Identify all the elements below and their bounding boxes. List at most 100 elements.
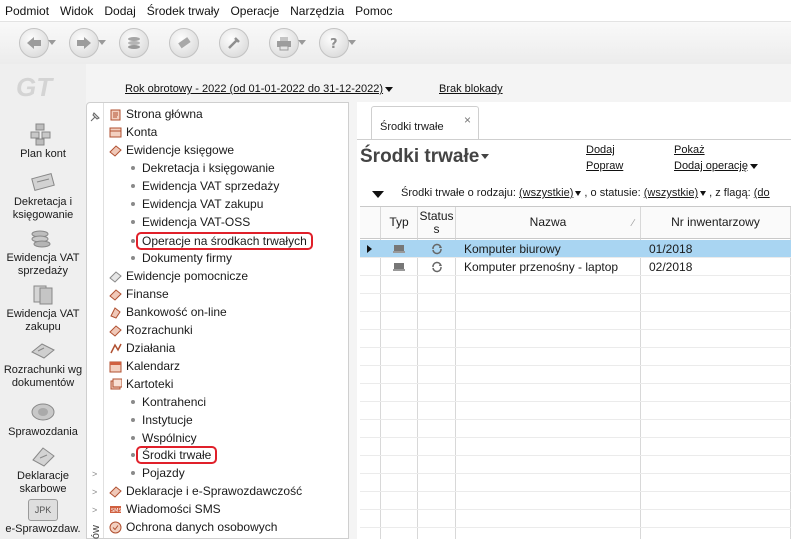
- header-name[interactable]: Nazwa ∕: [456, 207, 641, 239]
- filter-kind-select[interactable]: (wszystkie): [519, 187, 573, 199]
- card-index-icon: [110, 378, 122, 389]
- menu-narzedzia[interactable]: Narzędzia: [290, 4, 344, 18]
- tree-item-ewidencje-ksiegowe[interactable]: Ewidencje księgowe: [109, 141, 234, 159]
- svg-text:SMS: SMS: [111, 508, 122, 514]
- tab-srodki-trwale[interactable]: Środki trwałe ×: [371, 106, 479, 140]
- online-banking-icon: [110, 306, 121, 319]
- add-operation-link[interactable]: Dodaj operację: [674, 160, 758, 172]
- tree-item-dekretacja[interactable]: Dekretacja i księgowanie: [131, 159, 275, 177]
- menu-podmiot[interactable]: Podmiot: [5, 4, 49, 18]
- chevron-down-icon: [750, 163, 758, 169]
- header-type[interactable]: Typ: [381, 207, 418, 239]
- filter-flag-select[interactable]: (do: [754, 187, 770, 199]
- data-protection-icon: [109, 521, 122, 533]
- toolbar-help-button[interactable]: ?: [312, 26, 356, 60]
- toolbar-back-button[interactable]: [12, 26, 56, 60]
- sidebar-rozrachunki[interactable]: Rozrachunki wg dokumentów: [0, 338, 86, 390]
- sidebar-vat-sprzedazy[interactable]: Ewidencja VAT sprzedaży: [0, 226, 86, 278]
- grid-row-line: [360, 347, 791, 348]
- vat-sales-icon: [31, 230, 51, 248]
- bullet-icon: [131, 166, 135, 170]
- menu-srodek-trwaly[interactable]: Środek trwały: [147, 4, 220, 18]
- sidebar-plan-kont[interactable]: Plan kont: [0, 122, 86, 161]
- collapse-icon[interactable]: [372, 191, 384, 198]
- sidebar-vat-zakupu[interactable]: Ewidencja VAT zakupu: [0, 282, 86, 334]
- tree-item-vat-sprzedazy[interactable]: Ewidencja VAT sprzedaży: [131, 177, 279, 195]
- page-title[interactable]: Środki trwałe: [360, 146, 490, 168]
- back-arrow-icon: [27, 37, 41, 49]
- toolbar-forward-button[interactable]: [62, 26, 106, 60]
- tree-item-srodki-trwale[interactable]: Środki trwałe: [131, 444, 218, 466]
- eraser-icon: [178, 37, 191, 49]
- grid-row-line: [360, 491, 791, 492]
- header-inventory[interactable]: Nr inwentarzowy: [641, 207, 791, 239]
- filter-status-label: , o statusie:: [584, 187, 641, 199]
- table-row[interactable]: Komputer biurowy 01/2018: [360, 240, 791, 258]
- bullet-icon: [131, 202, 135, 206]
- left-sidebar: GT Plan kont Dekretacja i księgowanie Ew…: [0, 64, 86, 539]
- tree-item-dokumenty-firmy[interactable]: Dokumenty firmy: [131, 249, 232, 267]
- grid-row-line: [360, 329, 791, 330]
- row-pointer-icon: [366, 240, 374, 258]
- pin-icon: [90, 112, 100, 122]
- sidebar-dekretacja[interactable]: Dekretacja i księgowanie: [0, 170, 86, 222]
- reports-icon: [31, 403, 55, 421]
- toolbar-tools-button[interactable]: [212, 26, 256, 60]
- tree-item-ewidencje-pomocnicze[interactable]: Ewidencje pomocnicze: [109, 267, 248, 285]
- close-icon[interactable]: ×: [464, 113, 471, 127]
- tree-item-finanse[interactable]: Finanse: [109, 285, 169, 303]
- fiscal-year-selector[interactable]: Rok obrotowy - 2022 (od 01-01-2022 do 31…: [125, 83, 394, 95]
- tree-item-vat-oss[interactable]: Ewidencja VAT-OSS: [131, 213, 250, 231]
- tree-item-kartoteki[interactable]: Kartoteki: [109, 375, 173, 393]
- accounts-icon: [109, 127, 122, 137]
- toolbar-coins-button[interactable]: [112, 26, 156, 60]
- tree-item-wiadomosci-sms[interactable]: SMS Wiadomości SMS: [109, 500, 221, 518]
- table-row[interactable]: Komputer przenośny - laptop 02/2018: [360, 258, 791, 276]
- tree-item-strona-glowna[interactable]: Strona główna: [109, 105, 203, 123]
- chevron-right-icon: >: [92, 505, 98, 515]
- tree-item-instytucje[interactable]: Instytucje: [131, 411, 193, 429]
- tab-divider: [357, 139, 791, 140]
- forward-arrow-icon: [77, 37, 91, 49]
- tax-declarations-icon: [32, 447, 55, 467]
- posting-icon: [31, 173, 55, 191]
- tree-item-dzialania[interactable]: Działania: [109, 339, 175, 357]
- toolbar-eraser-button[interactable]: [162, 26, 206, 60]
- tree-item-vat-zakupu[interactable]: Ewidencja VAT zakupu: [131, 195, 263, 213]
- sidebar-e-sprawozdawczosc[interactable]: JPK e-Sprawozdaw.: [0, 499, 86, 536]
- lock-status-link[interactable]: Brak blokady: [439, 83, 503, 95]
- asset-name: Komputer przenośny - laptop: [464, 260, 619, 274]
- menu-pomoc[interactable]: Pomoc: [355, 4, 392, 18]
- auxiliary-records-icon: [109, 270, 122, 283]
- sidebar-sprawozdania[interactable]: Sprawozdania: [0, 400, 86, 439]
- bullet-icon: [131, 220, 135, 224]
- tree-item-kalendarz[interactable]: Kalendarz: [109, 357, 180, 375]
- sidebar-deklaracje[interactable]: Deklaracje skarbowe: [0, 444, 86, 496]
- calendar-icon: [109, 361, 122, 372]
- tree-item-pojazdy[interactable]: Pojazdy: [131, 464, 185, 482]
- menu-dodaj[interactable]: Dodaj: [104, 4, 135, 18]
- nav-collapse-strip[interactable]: > > > ów: [87, 103, 104, 539]
- filter-status-select[interactable]: (wszystkie): [644, 187, 698, 199]
- edit-link[interactable]: Popraw: [586, 160, 623, 172]
- add-link[interactable]: Dodaj: [586, 144, 615, 156]
- tree-item-ochrona-danych[interactable]: Ochrona danych osobowych: [109, 518, 277, 536]
- svg-text:?: ?: [330, 37, 338, 51]
- toolbar-printer-button[interactable]: [262, 26, 306, 60]
- tree-item-bankowosc[interactable]: Bankowość on-line: [109, 303, 227, 321]
- tree-item-rozrachunki[interactable]: Rozrachunki: [109, 321, 193, 339]
- sort-icon: ∕: [632, 218, 634, 229]
- tree-item-kontrahenci[interactable]: Kontrahenci: [131, 393, 206, 411]
- show-link[interactable]: Pokaż: [674, 144, 705, 156]
- grid-row-line: [360, 311, 791, 312]
- header-status[interactable]: Status s: [418, 207, 456, 239]
- menu-operacje[interactable]: Operacje: [230, 4, 279, 18]
- grid-row-line: [360, 455, 791, 456]
- computer-icon: [392, 258, 406, 276]
- filter-flag-label: , z flagą:: [709, 187, 751, 199]
- tree-item-deklaracje[interactable]: Deklaracje i e-Sprawozdawczość: [109, 482, 302, 500]
- menu-widok[interactable]: Widok: [60, 4, 93, 18]
- bullet-icon: [131, 184, 135, 188]
- tree-item-konta[interactable]: Konta: [109, 123, 157, 141]
- grid-row-line: [360, 437, 791, 438]
